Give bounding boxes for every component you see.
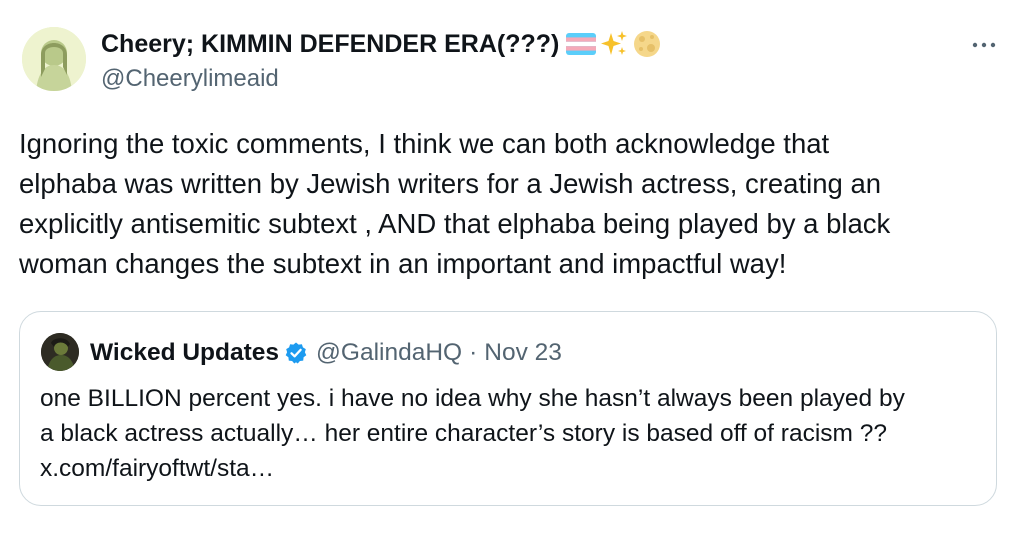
- tweet-text-line: elphaba was written by Jewish writers fo…: [19, 168, 882, 199]
- quoted-avatar-image: [41, 333, 79, 371]
- verified-badge-icon: [284, 341, 308, 365]
- quoted-tweet-text: one BILLION percent yes. i have no idea …: [40, 381, 990, 486]
- tweet-text-line: Ignoring the toxic comments, I think we …: [19, 128, 830, 159]
- quoted-date[interactable]: Nov 23: [484, 339, 562, 367]
- quoted-tweet-card[interactable]: Wicked Updates @GalindaHQ · Nov 23 one B…: [19, 311, 997, 506]
- meta-separator: ·: [469, 339, 478, 366]
- author-avatar[interactable]: [22, 27, 86, 91]
- tweet-text: Ignoring the toxic comments, I think we …: [19, 124, 1009, 284]
- quoted-header: Wicked Updates @GalindaHQ · Nov 23: [90, 334, 562, 372]
- quoted-display-name[interactable]: Wicked Updates: [90, 339, 279, 367]
- quoted-text-line: one BILLION percent yes. i have no idea …: [40, 385, 905, 412]
- more-options-icon[interactable]: [966, 30, 1002, 60]
- transgender-flag-icon: [566, 33, 597, 55]
- sparkles-icon: [601, 31, 628, 55]
- author-handle[interactable]: @Cheerylimeaid: [101, 65, 279, 93]
- tweet-text-line: explicitly antisemitic subtext , AND tha…: [19, 208, 891, 239]
- quoted-handle[interactable]: @GalindaHQ: [316, 339, 462, 367]
- name-emojis: [566, 29, 662, 59]
- moon-icon: [634, 31, 661, 57]
- quoted-text-line: a black actress actually… her entire cha…: [40, 420, 887, 447]
- quoted-author-avatar[interactable]: [41, 333, 79, 371]
- author-display-name[interactable]: Cheery; KIMMIN DEFENDER ERA(???): [101, 30, 559, 59]
- author-name-row: Cheery; KIMMIN DEFENDER ERA(???): [101, 27, 662, 61]
- tweet-text-line: woman changes the subtext in an importan…: [19, 248, 787, 279]
- tweet-card: Cheery; KIMMIN DEFENDER ERA(???) @Cheery…: [0, 0, 1024, 535]
- avatar-image: [22, 27, 86, 91]
- quoted-link[interactable]: x.com/fairyoftwt/sta…: [40, 451, 990, 486]
